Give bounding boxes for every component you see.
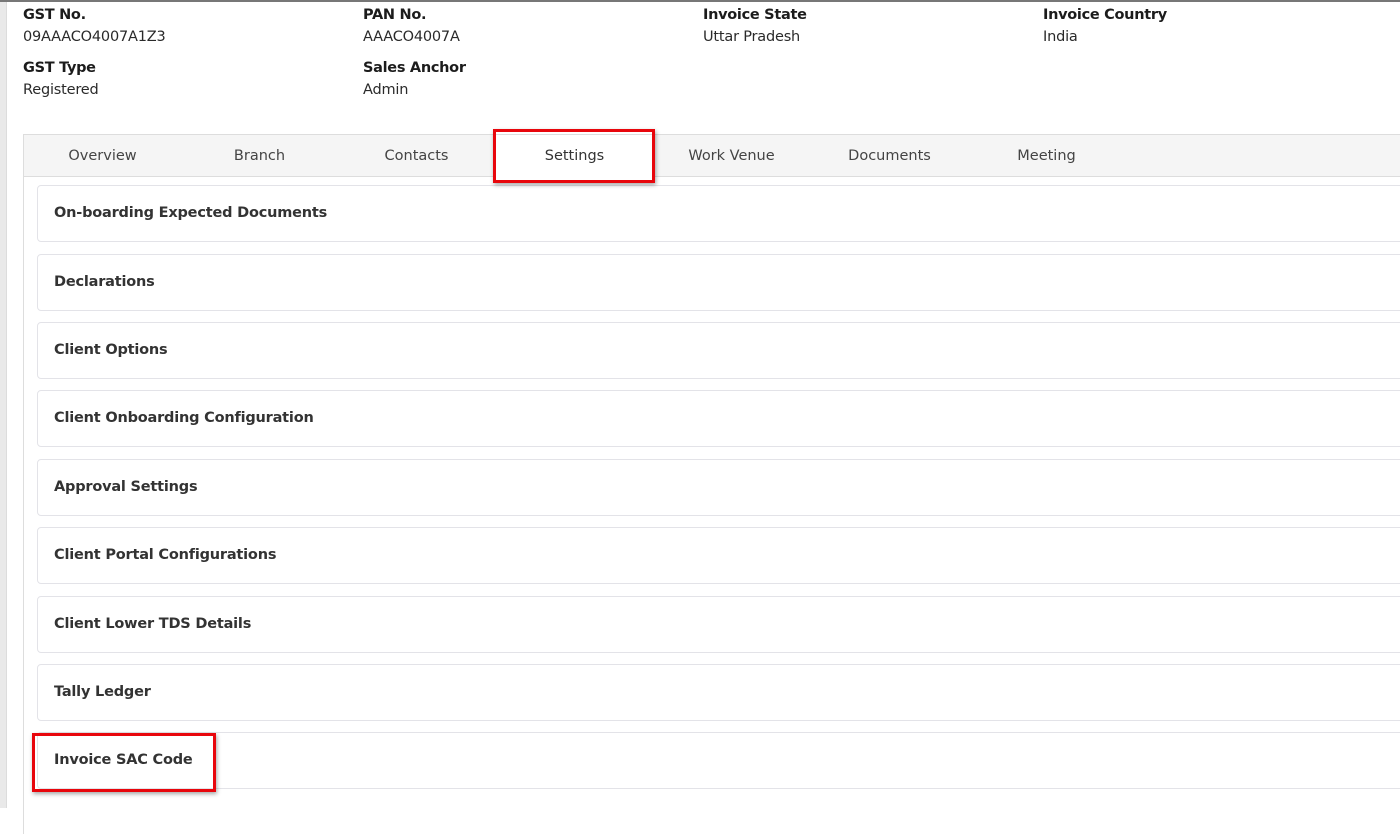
tab-settings[interactable]: Settings xyxy=(496,135,653,177)
sales-anchor-field: Sales Anchor Admin xyxy=(363,60,466,98)
pan-no-field: PAN No. AAACO4007A xyxy=(363,7,460,45)
section-client-options[interactable]: Client Options xyxy=(37,322,1400,379)
field-label: PAN No. xyxy=(363,7,427,23)
left-sidebar-edge xyxy=(0,0,7,808)
field-value: Registered xyxy=(23,82,99,98)
section-declarations[interactable]: Declarations xyxy=(37,254,1400,311)
section-client-onboarding-configuration[interactable]: Client Onboarding Configuration xyxy=(37,390,1400,447)
field-label: Invoice State xyxy=(703,7,807,23)
tab-documents[interactable]: Documents xyxy=(811,135,968,177)
section-invoice-sac-code[interactable]: Invoice SAC Code xyxy=(37,732,1400,789)
tab-overview[interactable]: Overview xyxy=(24,135,181,177)
tab-contacts[interactable]: Contacts xyxy=(338,135,495,177)
gst-type-field: GST Type Registered xyxy=(23,60,99,98)
field-value: India xyxy=(1043,29,1078,45)
field-label: GST No. xyxy=(23,7,86,23)
section-tally-ledger[interactable]: Tally Ledger xyxy=(37,664,1400,721)
field-value: Admin xyxy=(363,82,409,98)
tab-branch[interactable]: Branch xyxy=(181,135,338,177)
field-label: Sales Anchor xyxy=(363,60,466,76)
field-value: Uttar Pradesh xyxy=(703,29,801,45)
tab-work-venue[interactable]: Work Venue xyxy=(653,135,810,177)
section-client-portal-configurations[interactable]: Client Portal Configurations xyxy=(37,527,1400,584)
field-label: GST Type xyxy=(23,60,96,76)
tab-meeting[interactable]: Meeting xyxy=(968,135,1125,177)
section-onboarding-expected-documents[interactable]: On-boarding Expected Documents xyxy=(37,185,1400,242)
gst-no-field: GST No. 09AAACO4007A1Z3 xyxy=(23,7,166,45)
section-approval-settings[interactable]: Approval Settings xyxy=(37,459,1400,516)
field-value: 09AAACO4007A1Z3 xyxy=(23,29,166,45)
field-label: Invoice Country xyxy=(1043,7,1167,23)
top-border xyxy=(0,0,1400,2)
field-value: AAACO4007A xyxy=(363,29,460,45)
invoice-state-field: Invoice State Uttar Pradesh xyxy=(703,7,807,45)
section-client-lower-tds-details[interactable]: Client Lower TDS Details xyxy=(37,596,1400,653)
tab-bar: Overview Branch Contacts Settings Work V… xyxy=(23,134,1400,177)
invoice-country-field: Invoice Country India xyxy=(1043,7,1167,45)
